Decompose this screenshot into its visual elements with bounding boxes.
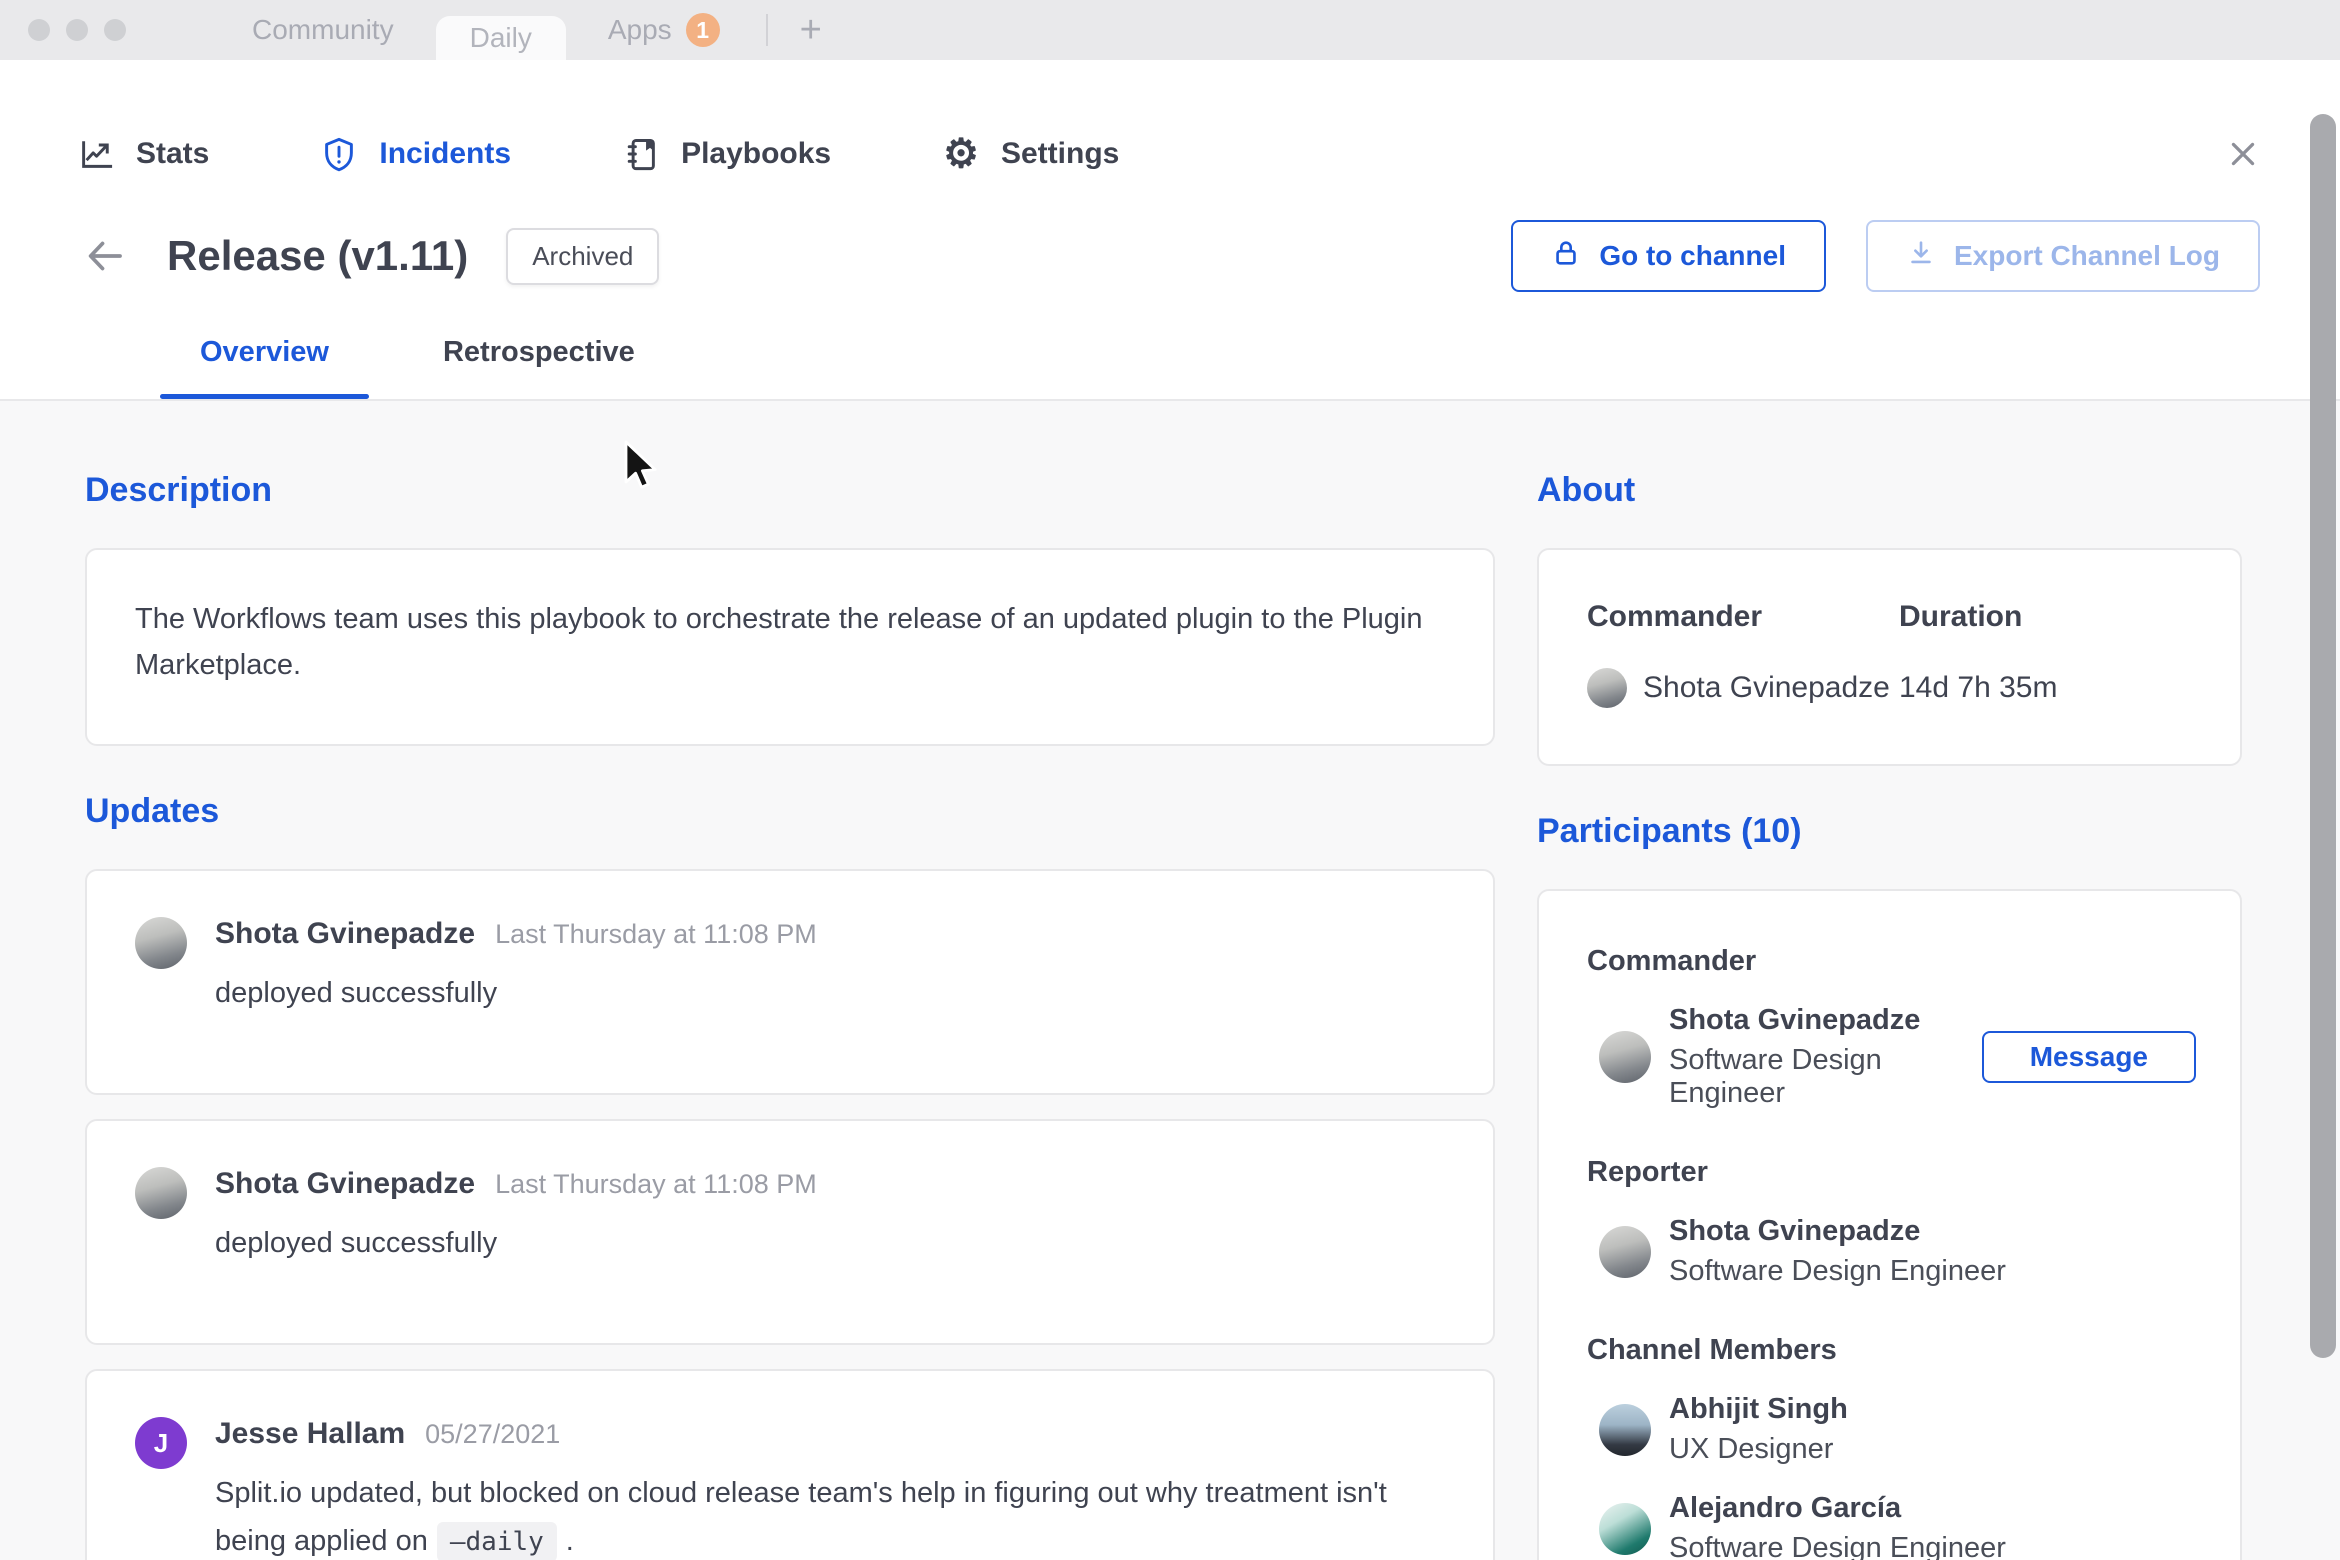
duration-value: 14d 7h 35m xyxy=(1899,671,2058,704)
participant-name: Abhijit Singh xyxy=(1669,1393,1848,1425)
participant-role: UX Designer xyxy=(1669,1433,1834,1465)
avatar xyxy=(1599,1502,1651,1555)
participant-role: Software Design Engineer xyxy=(1669,1255,2006,1287)
tab-overview[interactable]: Overview xyxy=(160,336,369,399)
participant-role: Software Design Engineer xyxy=(1669,1044,1882,1109)
nav-item-settings[interactable]: ⚙ Settings xyxy=(943,134,1119,174)
post-message: Split.io updated, but blocked on cloud r… xyxy=(215,1469,1445,1560)
nav-item-incidents[interactable]: Incidents xyxy=(321,136,511,172)
go-to-channel-button[interactable]: Go to channel xyxy=(1511,220,1826,292)
window-close-button[interactable] xyxy=(28,19,50,41)
description-heading: Description xyxy=(85,471,273,509)
app-window: Community Daily Apps 1 + Stats Incidents… xyxy=(0,0,2340,1560)
scrollbar-thumb[interactable] xyxy=(2310,114,2336,1358)
post-timestamp: Last Thursday at 11:08 PM xyxy=(495,919,817,949)
participant-row: Alejandro García Software Design Enginee… xyxy=(1587,1492,2196,1560)
status-badge: Archived xyxy=(506,227,660,285)
update-post: Shota Gvinepadze Last Thursday at 11:08 … xyxy=(85,869,1495,1095)
updates-heading: Updates xyxy=(85,792,220,830)
nav-item-stats[interactable]: Stats xyxy=(78,136,209,172)
browser-tab-apps-label: Apps xyxy=(607,14,672,45)
nav-item-label: Incidents xyxy=(379,137,512,170)
tab-separator xyxy=(765,14,768,46)
about-card: Commander Duration Shota Gvinepadze 14d … xyxy=(1537,548,2242,766)
window-maximize-button[interactable] xyxy=(104,19,126,41)
export-channel-log-button[interactable]: Export Channel Log xyxy=(1866,220,2260,292)
playbook-icon xyxy=(623,136,659,172)
update-post: Shota Gvinepadze Last Thursday at 11:08 … xyxy=(85,1119,1495,1345)
shield-alert-icon xyxy=(321,136,357,172)
window-controls xyxy=(28,0,126,60)
description-text: The Workflows team uses this playbook to… xyxy=(135,603,1423,681)
message-button[interactable]: Message xyxy=(1981,1031,2196,1083)
page-title: Release (v1.11) xyxy=(167,232,469,279)
post-message: deployed successfully xyxy=(215,977,498,1009)
duration-label: Duration xyxy=(1899,600,2023,633)
participant-row: Abhijit Singh UX Designer xyxy=(1587,1393,2196,1466)
commander-name: Shota Gvinepadze xyxy=(1643,671,1890,704)
post-timestamp: Last Thursday at 11:08 PM xyxy=(495,1169,817,1199)
browser-tab-bar: Community Daily Apps 1 + xyxy=(0,0,2340,60)
participant-role: Software Design Engineer xyxy=(1669,1532,2006,1560)
participants-heading: Participants (10) xyxy=(1537,812,1802,850)
post-author: Shota Gvinepadze xyxy=(215,917,476,950)
post-author: Shota Gvinepadze xyxy=(215,1167,476,1200)
participant-name: Shota Gvinepadze xyxy=(1669,1215,1921,1247)
commander-label: Commander xyxy=(1587,600,1763,633)
close-icon[interactable] xyxy=(2226,137,2260,171)
download-icon xyxy=(1906,238,1936,275)
browser-tab-daily[interactable]: Daily xyxy=(435,16,566,60)
browser-tab-apps[interactable]: Apps 1 xyxy=(566,0,740,60)
nav-item-playbooks[interactable]: Playbooks xyxy=(623,136,831,172)
participant-row: Shota Gvinepadze Software Design Enginee… xyxy=(1587,1004,2196,1110)
go-to-channel-label: Go to channel xyxy=(1599,240,1786,271)
inline-code: –daily xyxy=(436,1522,557,1560)
avatar: J xyxy=(135,1417,187,1469)
update-post: J Jesse Hallam 05/27/2021 Split.io updat… xyxy=(85,1369,1495,1560)
nav-item-label: Stats xyxy=(136,137,210,170)
participants-commander-label: Commander xyxy=(1587,945,1757,977)
avatar xyxy=(1587,668,1627,708)
participant-row: Shota Gvinepadze Software Design Enginee… xyxy=(1587,1215,2196,1288)
avatar xyxy=(1599,1403,1651,1456)
chart-line-icon xyxy=(78,136,114,172)
post-author: Jesse Hallam xyxy=(215,1417,406,1450)
lock-icon xyxy=(1551,238,1581,275)
browser-tab-community[interactable]: Community xyxy=(210,0,436,60)
avatar xyxy=(135,917,187,969)
new-tab-button[interactable]: + xyxy=(784,11,838,49)
tab-retrospective[interactable]: Retrospective xyxy=(403,336,675,399)
export-channel-log-label: Export Channel Log xyxy=(1954,240,2220,271)
post-message: deployed successfully xyxy=(215,1227,498,1259)
top-nav: Stats Incidents Playbooks ⚙ Settings xyxy=(78,132,2260,176)
apps-count-badge: 1 xyxy=(685,13,720,47)
nav-item-label: Settings xyxy=(1000,137,1120,170)
gear-icon: ⚙ xyxy=(943,132,979,176)
header: Stats Incidents Playbooks ⚙ Settings Rel… xyxy=(0,60,2340,401)
view-tabs: Overview Retrospective xyxy=(160,336,2340,399)
participants-reporter-label: Reporter xyxy=(1587,1156,1708,1188)
post-timestamp: 05/27/2021 xyxy=(425,1419,561,1449)
avatar xyxy=(135,1167,187,1219)
participant-name: Shota Gvinepadze xyxy=(1669,1004,1921,1036)
description-card: The Workflows team uses this playbook to… xyxy=(85,548,1495,746)
avatar xyxy=(1599,1225,1651,1278)
back-arrow-icon[interactable] xyxy=(85,236,125,276)
nav-item-label: Playbooks xyxy=(681,137,832,170)
about-heading: About xyxy=(1537,471,1636,509)
window-minimize-button[interactable] xyxy=(66,19,88,41)
avatar xyxy=(1599,1031,1651,1083)
title-row: Release (v1.11) Archived Go to channel E… xyxy=(85,220,2260,292)
participant-name: Alejandro García xyxy=(1669,1492,1902,1524)
overview-content: Description The Workflows team uses this… xyxy=(0,401,2340,1560)
participants-card: Commander Shota Gvinepadze Software Desi… xyxy=(1537,889,2242,1560)
channel-members-label: Channel Members xyxy=(1587,1334,1837,1366)
